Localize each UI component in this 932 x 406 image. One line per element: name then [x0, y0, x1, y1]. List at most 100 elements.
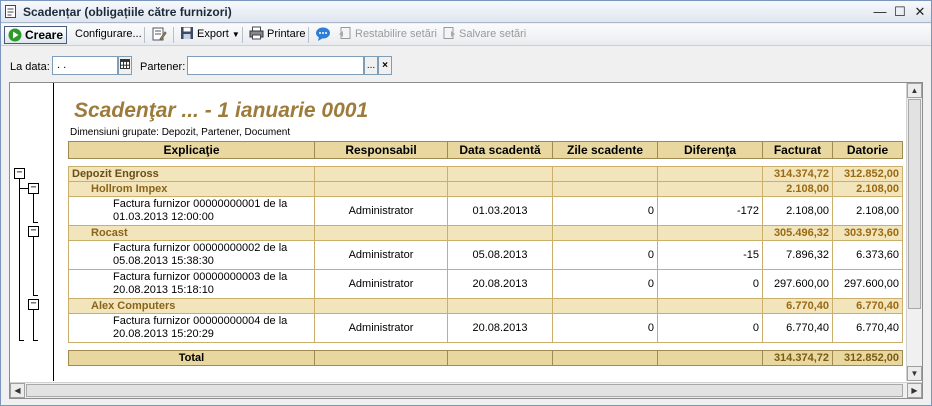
partner-group-row[interactable]: Rocast 305.496,32 303.973,60 — [68, 225, 903, 241]
report-title: Scadenţar ... - 1 ianuarie 0001 — [74, 99, 369, 122]
depot-datorie: 312.852,00 — [832, 166, 903, 182]
outline-tree: − − − − — [10, 83, 54, 381]
collapse-partner-icon[interactable]: − — [28, 183, 39, 194]
depot-name: Depozit Engross — [68, 166, 315, 182]
toolbar: Creare Configurare... Export ▼ Printare … — [1, 24, 931, 46]
column-header[interactable]: Datorie — [832, 141, 903, 159]
collapse-partner-icon[interactable]: − — [28, 299, 39, 310]
close-button[interactable]: ✕ — [912, 4, 928, 19]
row-datorie: 2.108,00 — [832, 196, 903, 226]
filter-bar: La data: . . Partener: ... × — [1, 47, 931, 79]
outline-connector — [33, 340, 38, 341]
row-datorie: 6.770,40 — [832, 313, 903, 343]
outline-connector — [19, 179, 20, 341]
print-button[interactable]: Printare — [246, 26, 309, 44]
partner-facturat: 2.108,00 — [762, 181, 833, 197]
save-settings-icon — [443, 27, 455, 39]
row-zile-scadente: 0 — [552, 269, 658, 299]
report-subtitle: Dimensiuni grupate: Depozit, Partener, D… — [70, 127, 291, 138]
partner-datorie: 2.108,00 — [832, 181, 903, 197]
total-datorie: 312.852,00 — [832, 350, 903, 366]
window-title: Scadențar (obligațiile către furnizori) — [23, 5, 232, 19]
document-icon — [5, 5, 16, 18]
row-responsabil: Administrator — [314, 269, 448, 299]
table-row[interactable]: Factura furnizor 00000000002 de la 05.08… — [68, 240, 903, 270]
horizontal-scrollbar[interactable]: ◀ ▶ — [10, 382, 922, 398]
table-row[interactable]: Factura furnizor 00000000004 de la 20.08… — [68, 313, 903, 343]
depot-facturat: 314.374,72 — [762, 166, 833, 182]
column-header[interactable]: Data scadentă — [447, 141, 553, 159]
configure-button-label: Configurare... — [75, 28, 142, 40]
table-header-row: Explicaţie Responsabil Data scadentă Zil… — [68, 141, 903, 159]
collapse-partner-icon[interactable]: − — [28, 226, 39, 237]
vertical-scroll-thumb[interactable] — [908, 99, 921, 309]
calendar-button[interactable] — [118, 56, 132, 75]
configure-button[interactable]: Configurare... — [72, 26, 145, 44]
minimize-button[interactable]: — — [872, 4, 888, 19]
table-row[interactable]: Factura furnizor 00000000003 de la 20.08… — [68, 269, 903, 299]
settings-sheet-button[interactable] — [148, 26, 170, 44]
collapse-depot-icon[interactable]: − — [14, 168, 25, 179]
app-window: Scadențar (obligațiile către furnizori) … — [0, 0, 932, 406]
scroll-up-icon[interactable]: ▲ — [907, 83, 922, 98]
outline-connector — [33, 222, 38, 223]
partner-group-row[interactable]: Hollrom Impex 2.108,00 2.108,00 — [68, 181, 903, 197]
partner-select-button[interactable]: ... — [364, 56, 378, 75]
chat-button[interactable] — [312, 26, 334, 44]
date-field[interactable]: . . — [52, 56, 118, 75]
maximize-button[interactable]: ☐ — [892, 4, 908, 19]
row-diferenta: -15 — [657, 240, 763, 270]
create-button[interactable]: Creare — [4, 26, 68, 44]
partner-clear-button[interactable]: × — [378, 56, 392, 75]
row-zile-scadente: 0 — [552, 196, 658, 226]
partner-field[interactable] — [187, 56, 364, 75]
export-button[interactable]: Export ▼ — [177, 26, 243, 44]
column-header[interactable]: Facturat — [762, 141, 833, 159]
restore-icon — [339, 27, 351, 39]
table-row[interactable]: Factura furnizor 00000000001 de la 01.03… — [68, 196, 903, 226]
row-zile-scadente: 0 — [552, 240, 658, 270]
column-header[interactable]: Responsabil — [314, 141, 448, 159]
scroll-left-icon[interactable]: ◀ — [10, 383, 25, 398]
title-bar: Scadențar (obligațiile către furnizori) … — [1, 1, 931, 23]
row-diferenta: 0 — [657, 269, 763, 299]
scroll-down-icon[interactable]: ▼ — [907, 366, 922, 381]
partner-datorie: 6.770,40 — [832, 298, 903, 314]
vertical-scrollbar[interactable]: ▲ ▼ — [906, 83, 922, 381]
restore-settings-button[interactable]: Restabilire setări — [335, 26, 440, 44]
partner-datorie: 303.973,60 — [832, 225, 903, 241]
row-explicatie: Factura furnizor 00000000001 de la 01.03… — [68, 196, 315, 226]
row-diferenta: 0 — [657, 313, 763, 343]
row-facturat: 297.600,00 — [762, 269, 833, 299]
column-header[interactable]: Diferenţa — [657, 141, 763, 159]
restore-settings-label: Restabilire setări — [355, 28, 437, 40]
column-header[interactable]: Zile scadente — [552, 141, 658, 159]
partner-name: Rocast — [68, 225, 315, 241]
row-datorie: 6.373,60 — [832, 240, 903, 270]
row-datorie: 297.600,00 — [832, 269, 903, 299]
depot-group-row[interactable]: Depozit Engross 314.374,72 312.852,00 — [68, 166, 903, 182]
column-header[interactable]: Explicaţie — [68, 141, 315, 159]
partner-name: Alex Computers — [68, 298, 315, 314]
calendar-icon — [120, 59, 130, 69]
floppy-icon — [181, 27, 193, 39]
row-facturat: 6.770,40 — [762, 313, 833, 343]
row-facturat: 7.896,32 — [762, 240, 833, 270]
outline-connector — [33, 295, 38, 296]
save-settings-button[interactable]: Salvare setări — [439, 26, 529, 44]
toolbar-separator — [242, 27, 243, 43]
horizontal-scroll-thumb[interactable] — [26, 384, 903, 397]
play-icon — [8, 28, 22, 42]
row-explicatie: Factura furnizor 00000000003 de la 20.08… — [68, 269, 315, 299]
partner-facturat: 305.496,32 — [762, 225, 833, 241]
toolbar-separator — [173, 27, 174, 43]
total-label: Total — [68, 350, 315, 366]
edit-sheet-icon — [152, 27, 167, 41]
toolbar-separator — [144, 27, 145, 43]
outline-connector — [33, 310, 34, 340]
row-data-scadenta: 20.08.2013 — [447, 313, 553, 343]
partner-group-row[interactable]: Alex Computers 6.770,40 6.770,40 — [68, 298, 903, 314]
total-facturat: 314.374,72 — [762, 350, 833, 366]
row-responsabil: Administrator — [314, 313, 448, 343]
scroll-right-icon[interactable]: ▶ — [907, 383, 922, 398]
